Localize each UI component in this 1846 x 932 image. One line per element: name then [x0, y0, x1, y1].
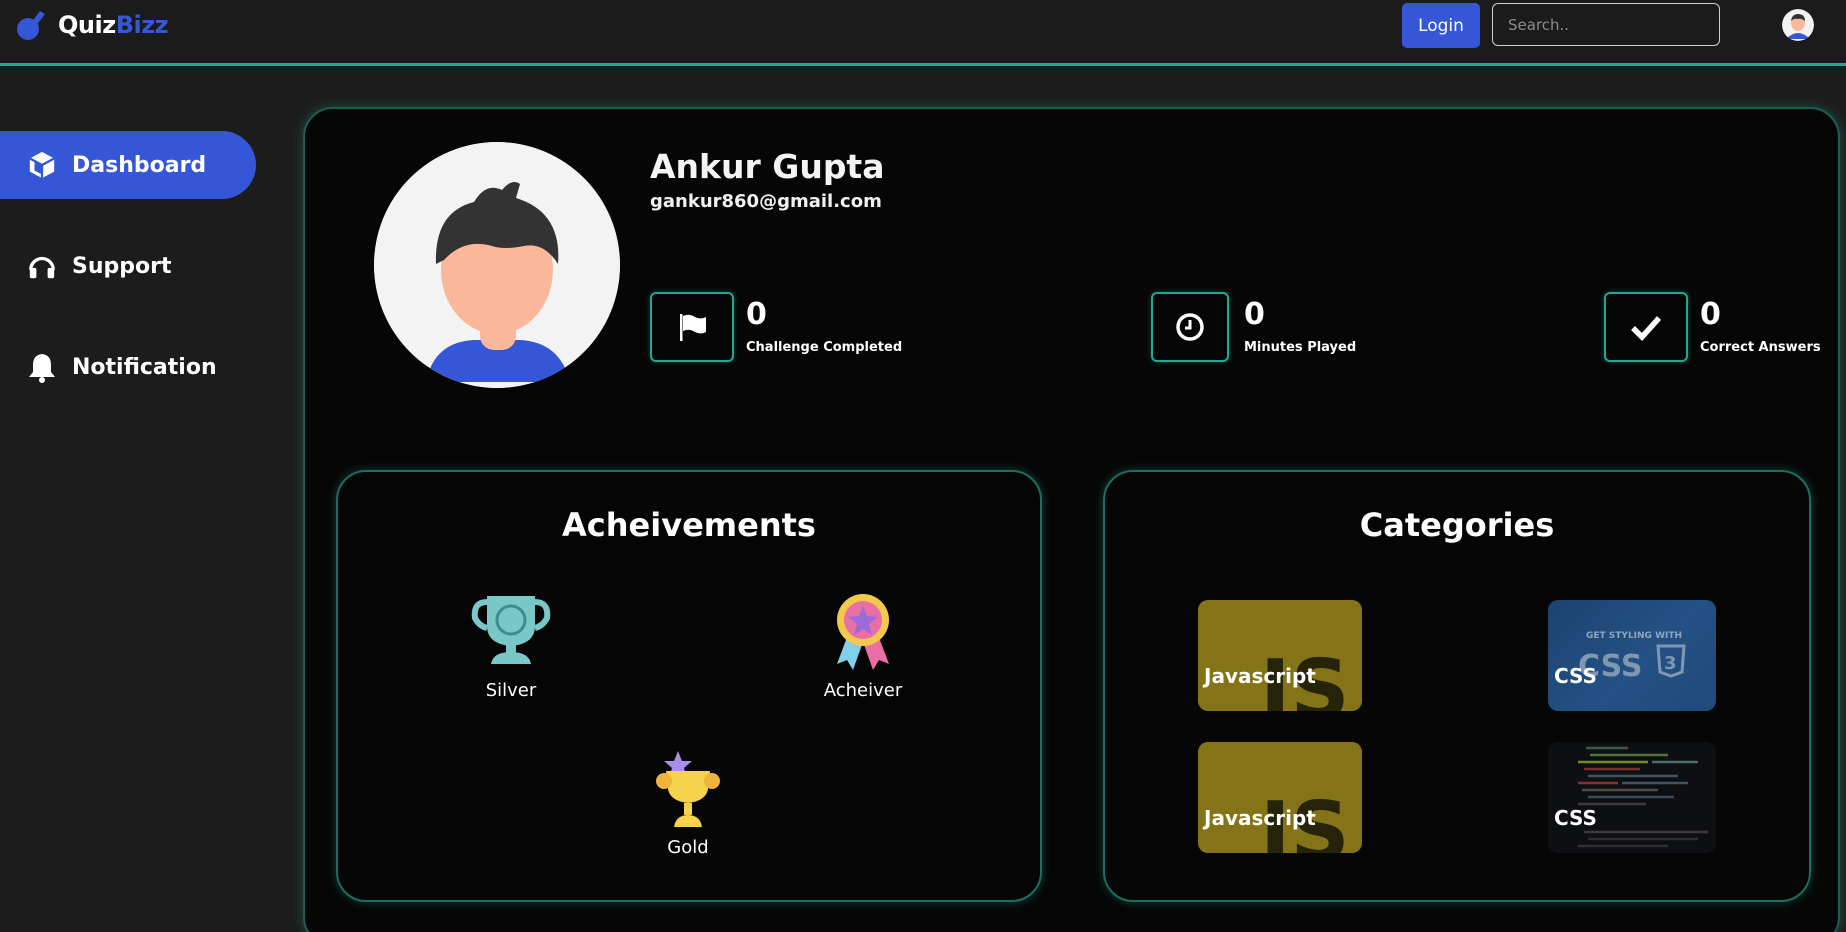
flag-icon: [680, 314, 706, 341]
logo-icon: [17, 11, 45, 40]
sidebar-item-support[interactable]: Support: [0, 232, 256, 300]
achievements-title: Acheivements: [562, 506, 816, 544]
profile-avatar: [374, 142, 620, 388]
stat-challenges-value: 0: [746, 297, 767, 332]
sidebar-item-label: Notification: [72, 354, 217, 380]
avatar[interactable]: [1782, 9, 1814, 41]
category-card-css[interactable]: CSS: [1548, 742, 1716, 853]
category-label: Javascript: [1204, 806, 1316, 830]
stat-correct-box: [1604, 292, 1688, 362]
svg-text:3: 3: [1664, 653, 1677, 674]
categories-title: Categories: [1359, 506, 1555, 544]
stat-challenges-label: Challenge Completed: [746, 340, 903, 355]
sidebar-item-label: Support: [72, 253, 172, 279]
achievement-label: Silver: [485, 680, 537, 701]
cube-icon: [26, 149, 58, 181]
user-avatar-icon: [1782, 9, 1814, 41]
achievement-label: Acheiver: [823, 680, 903, 701]
achievement-label: Gold: [667, 837, 709, 858]
gold-trophy-icon: [656, 751, 720, 827]
logo-text-bizz: Bizz: [115, 11, 169, 39]
search-input[interactable]: [1492, 3, 1720, 46]
logo-text-quiz: Quiz: [58, 11, 116, 39]
clock-icon: [1176, 313, 1204, 341]
user-avatar-icon: [374, 142, 620, 388]
sidebar-item-notification[interactable]: Notification: [0, 333, 256, 401]
categories-card: Categories JS Javascript GET STYLING WIT…: [1103, 470, 1811, 902]
user-email: gankur860@gmail.com: [650, 191, 882, 212]
sidebar-item-dashboard[interactable]: Dashboard: [0, 131, 256, 199]
stat-minutes-value: 0: [1244, 297, 1265, 332]
category-label: Javascript: [1204, 664, 1316, 688]
achievement-silver[interactable]: Silver: [441, 592, 581, 701]
achievement-gold[interactable]: Gold: [618, 749, 758, 858]
stat-minutes-label: Minutes Played: [1244, 340, 1357, 355]
category-label: CSS: [1554, 664, 1597, 688]
user-name: Ankur Gupta: [650, 147, 885, 186]
css3-logo-icon: CSS 3: [1578, 644, 1686, 684]
code-screenshot-image: [1548, 742, 1716, 853]
achievements-card: Acheivements Silver Acheiver Gold: [336, 470, 1042, 902]
top-navbar: QuizBizz Login: [0, 0, 1846, 66]
js-logo-icon: JS: [1255, 785, 1350, 853]
category-label: CSS: [1554, 806, 1597, 830]
bell-icon: [26, 351, 58, 383]
medal-icon: [837, 594, 889, 670]
achievement-acheiver[interactable]: Acheiver: [793, 592, 933, 701]
trophy-icon: [471, 596, 551, 664]
category-card-javascript[interactable]: JS Javascript: [1198, 600, 1362, 711]
stat-minutes-box: [1151, 292, 1229, 362]
logo-text: QuizBizz: [58, 11, 169, 39]
stat-challenges-box: [650, 292, 734, 362]
headphones-icon: [26, 250, 58, 282]
logo[interactable]: QuizBizz: [16, 8, 169, 42]
stat-correct-label: Correct Answers: [1700, 340, 1821, 355]
category-card-javascript[interactable]: JS Javascript: [1198, 742, 1362, 853]
stat-correct-value: 0: [1700, 297, 1721, 332]
sidebar-item-label: Dashboard: [72, 152, 207, 178]
js-logo-icon: JS: [1255, 643, 1350, 711]
check-icon: [1631, 316, 1662, 342]
category-card-css[interactable]: GET STYLING WITH CSS 3 CSS: [1548, 600, 1716, 711]
dashboard-panel: Ankur Gupta gankur860@gmail.com 0 Challe…: [303, 107, 1840, 932]
login-button[interactable]: Login: [1402, 3, 1480, 48]
